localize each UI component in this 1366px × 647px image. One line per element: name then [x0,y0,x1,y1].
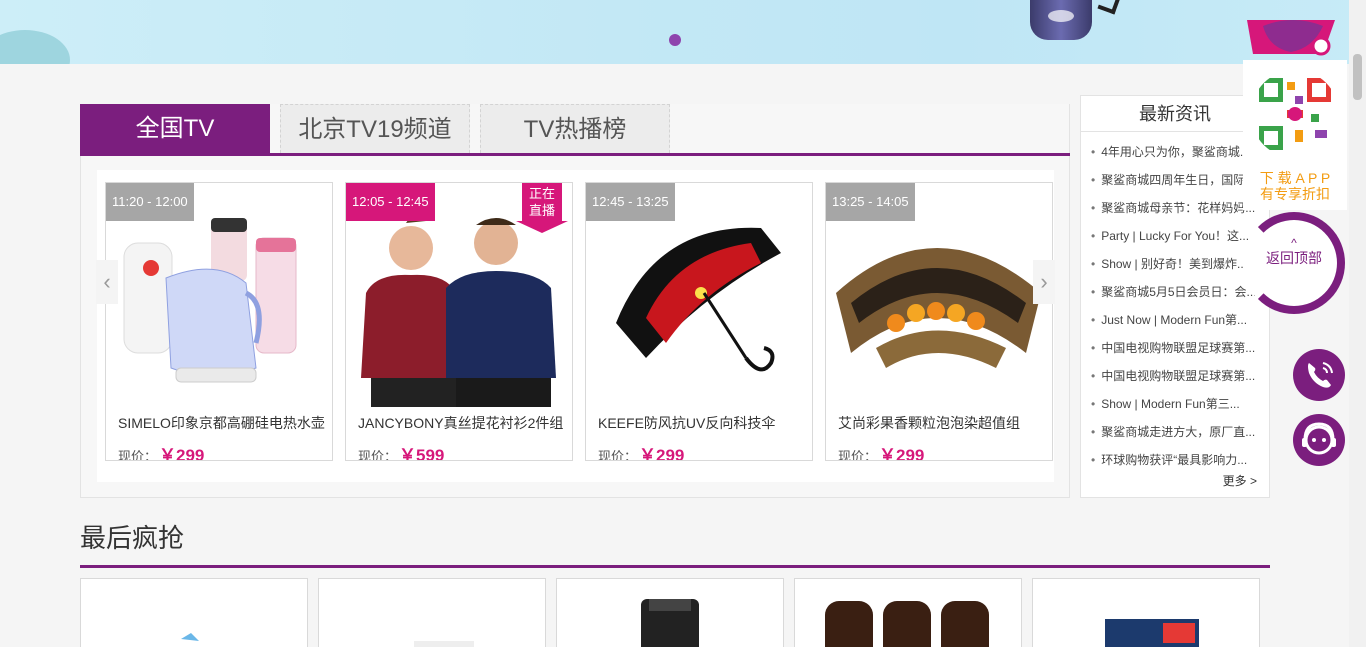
product-name[interactable]: KEEFE防风抗UV反向科技伞 [598,413,775,433]
app-download-widget[interactable]: 下 载 A P P 有专享折扣 [1243,14,1347,210]
news-item[interactable]: 聚鲨商城走进方大，原厂直... [1091,418,1256,446]
product-card[interactable]: 11:20 - 12:00 SIMELO印象京都高硼硅电热水壶 现价： ￥299 [105,182,333,461]
back-to-top-label: 返回顶部 [1266,250,1322,266]
banner-check-decoration [1097,0,1121,15]
time-slot: 11:20 - 12:00 [106,183,194,221]
news-item[interactable]: Show | Modern Fun第三... [1091,390,1256,418]
product-image [825,601,989,647]
product-price: ￥299 [879,446,925,461]
banner-wave-decoration [0,30,70,64]
live-badge-text-1: 正在 [528,186,555,201]
price-row: 现价： ￥599 [358,441,445,461]
time-slot: 12:05 - 12:45 [346,183,435,221]
section-divider [80,565,1270,568]
product-card[interactable] [318,578,546,647]
news-item[interactable]: 4年用心只为你，聚鲨商城... [1091,138,1256,166]
section-title-last-rush: 最后疯抢 [80,523,185,553]
carousel-prev-arrow-icon[interactable]: ‹ [96,260,118,304]
price-row: 现价： ￥299 [118,441,205,461]
news-item[interactable]: 中国电视购物联盟足球赛第... [1091,334,1256,362]
product-name[interactable]: SIMELO印象京都高硼硅电热水壶 [118,413,325,433]
product-card[interactable] [556,578,784,647]
product-image [414,641,474,647]
banner-product-image [1030,0,1092,40]
product-card[interactable]: 12:05 - 12:45 正在直播 JANCYBONY真丝提花衬衫2件组 现价… [345,182,573,461]
product-name[interactable]: 艾尚彩果香颗粒泡泡染超值组 [838,413,1020,433]
price-row: 现价： ￥299 [838,441,925,461]
news-item[interactable]: 中国电视购物联盟足球赛第... [1091,362,1256,390]
product-card[interactable]: 13:25 - 14:05 艾尚彩果香颗粒泡泡染超值组 现价： ￥299 [825,182,1053,461]
product-image [641,599,699,647]
download-line-1: 下 载 A P P [1259,170,1331,186]
time-slot: 13:25 - 14:05 [826,183,915,221]
live-badge-arrow-icon [516,221,568,233]
news-item[interactable]: Just Now | Modern Fun第... [1091,306,1256,334]
time-slot: 12:45 - 13:25 [586,183,675,221]
carousel-next-arrow-icon[interactable]: › [1033,260,1055,304]
price-label: 现价： [358,449,398,461]
news-list: 4年用心只为你，聚鲨商城... 聚鲨商城四周年生日，国际... 聚鲨商城母亲节：… [1081,132,1269,474]
product-price: ￥299 [159,446,205,461]
news-more-link[interactable]: 更多 > [1223,472,1257,489]
price-label: 现价： [838,449,878,461]
download-line-2: 有专享折扣 [1260,186,1330,202]
back-to-top-button[interactable]: ^ 返回顶部 [1243,212,1345,314]
phone-button[interactable] [1293,349,1345,401]
scrollbar-thumb[interactable] [1353,54,1362,100]
news-item[interactable]: 聚鲨商城母亲节：花样妈妈... [1091,194,1256,222]
price-label: 现价： [598,449,638,461]
news-item[interactable]: Show | 别好奇！美到爆炸... [1091,250,1256,278]
tab-beijing-tv19[interactable]: 北京TV19频道 [280,104,470,153]
top-banner[interactable] [0,0,1366,64]
news-item[interactable]: Party | Lucky For You！这... [1091,222,1256,250]
product-card[interactable]: 12:45 - 13:25 KEEFE防风抗UV反向科技伞 现价： ￥299 [585,182,813,461]
product-card[interactable] [80,578,308,647]
qr-code-icon [1251,70,1339,158]
live-badge: 正在 直播 [516,183,568,233]
product-card[interactable] [1032,578,1260,647]
product-image [1105,619,1199,647]
customer-service-icon [1302,422,1336,455]
product-price: ￥299 [639,446,685,461]
product-image [181,633,199,641]
tab-national-tv[interactable]: 全国TV [80,104,270,153]
tv-tabs: 全国TV 北京TV19频道 TV热播榜 [80,104,1070,156]
app-logo-icon [1247,20,1335,56]
product-card[interactable] [794,578,1022,647]
product-price: ￥599 [399,446,445,461]
price-label: 现价： [118,449,158,461]
page-scrollbar[interactable] [1349,0,1366,647]
live-badge-text-2: 直播 [528,203,555,218]
news-panel: 最新资讯 4年用心只为你，聚鲨商城... 聚鲨商城四周年生日，国际... 聚鲨商… [1080,95,1270,498]
tab-tv-hot-list[interactable]: TV热播榜 [480,104,670,153]
news-title: 最新资讯 [1081,96,1269,132]
phone-icon [1308,362,1333,388]
qr-code-box: 下 载 A P P 有专享折扣 [1243,60,1347,210]
product-name[interactable]: JANCYBONY真丝提花衬衫2件组 [358,413,563,433]
customer-service-button[interactable] [1293,414,1345,466]
price-row: 现价： ￥299 [598,441,685,461]
news-item[interactable]: 环球购物获评“最具影响力... [1091,446,1256,474]
news-item[interactable]: 聚鲨商城四周年生日，国际... [1091,166,1256,194]
download-app-text: 下 载 A P P 有专享折扣 [1243,170,1347,202]
banner-pager-dot[interactable] [669,34,681,46]
news-item[interactable]: 聚鲨商城5月5日会员日：会... [1091,278,1256,306]
